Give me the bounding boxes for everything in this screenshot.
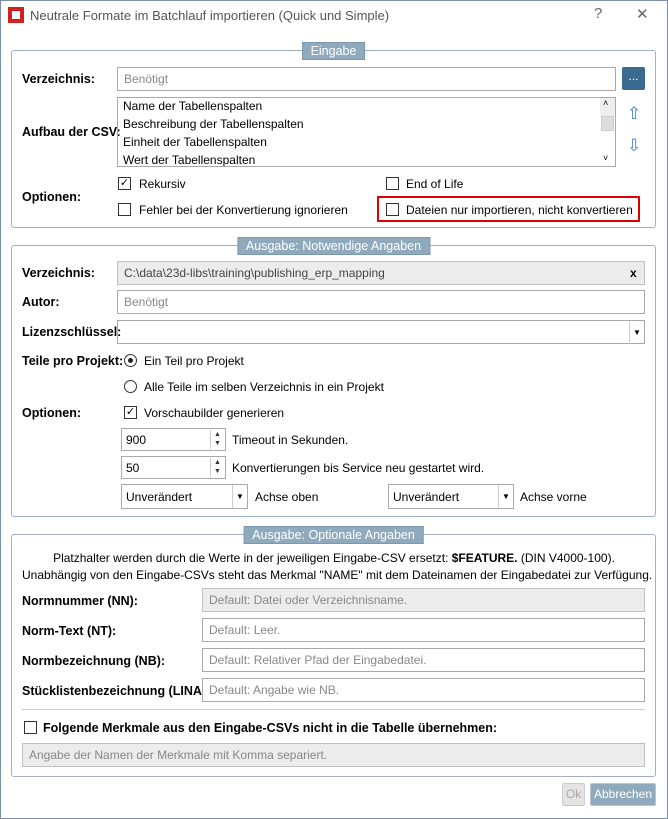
optionale-legend: Ausgabe: Optionale Angaben (243, 526, 424, 544)
rekursiv-label: Rekursiv (139, 177, 186, 191)
nn-label: Normnummer (NN): (22, 594, 138, 608)
optionen-label: Optionen: (22, 190, 82, 204)
notwendige-legend: Ausgabe: Notwendige Angaben (236, 237, 431, 255)
lina-input[interactable]: Default: Angabe wie NB. (202, 678, 645, 702)
nur-importieren-label: Dateien nur importieren, nicht konvertie… (406, 203, 633, 217)
info-text-end: (DIN V4000-100). (517, 551, 615, 565)
konvertierungen-stepper[interactable]: 50 ▲ ▼ (121, 456, 226, 479)
ok-button[interactable]: Ok (562, 783, 585, 806)
browse-button[interactable]: ... (622, 67, 645, 90)
radio-ein-teil[interactable] (124, 354, 137, 367)
merkmale-label: Folgende Merkmale aus den Eingabe-CSVs n… (43, 721, 498, 735)
list-item[interactable]: Name der Tabellenspalten (118, 98, 615, 116)
nur-importieren-checkbox[interactable] (386, 203, 399, 216)
achse-oben-select[interactable]: Unverändert ▼ (121, 484, 248, 509)
ausgabe-verzeichnis-input[interactable]: C:\data\23d-libs\training\publishing_erp… (117, 261, 645, 285)
list-item[interactable]: Einheit der Tabellenspalten (118, 134, 615, 152)
move-down-icon[interactable]: ⇩ (627, 136, 641, 156)
nb-label: Normbezeichnung (NB): (22, 654, 166, 668)
ausgabe-verzeichnis-label: Verzeichnis: (22, 266, 95, 280)
radio-alle-teile-label: Alle Teile im selben Verzeichnis in ein … (144, 380, 384, 394)
eingabe-legend: Eingabe (301, 42, 366, 60)
fehler-ignorieren-checkbox[interactable] (118, 203, 131, 216)
chevron-down-icon: ▼ (629, 321, 644, 344)
stepper-arrows-icon[interactable]: ▲ ▼ (210, 430, 224, 449)
teile-label: Teile pro Projekt: (22, 354, 124, 368)
clear-icon[interactable]: x (630, 266, 637, 280)
nt-input[interactable]: Default: Leer. (202, 618, 645, 642)
csv-structure-list[interactable]: Name der Tabellenspalten Beschreibung de… (117, 97, 616, 167)
nn-input[interactable]: Default: Datei oder Verzeichnisname. (202, 588, 645, 612)
list-item[interactable]: Wert der Tabellenspalten (118, 152, 615, 166)
name-info: Unabhängig von den Eingabe-CSVs steht da… (22, 568, 653, 582)
verzeichnis-label: Verzeichnis: (22, 72, 95, 86)
fehler-ignorieren-label: Fehler bei der Konvertierung ignorieren (139, 203, 348, 217)
achse-vorne-value: Unverändert (393, 490, 460, 504)
end-of-life-label: End of Life (406, 177, 464, 191)
move-up-icon[interactable]: ⇧ (627, 104, 641, 124)
aufbau-label: Aufbau der CSV: (22, 125, 121, 139)
achse-vorne-select[interactable]: Unverändert ▼ (388, 484, 514, 509)
konvertierungen-value: 50 (126, 461, 140, 475)
vorschau-checkbox[interactable]: ✓ (124, 406, 137, 419)
autor-input[interactable]: Benötigt (117, 290, 645, 314)
radio-alle-teile[interactable] (124, 380, 137, 393)
lina-label: Stücklistenbezeichnung (LINA): (22, 684, 211, 698)
close-button[interactable]: ✕ (636, 5, 649, 23)
lizenz-select[interactable]: ▼ (117, 320, 645, 344)
end-of-life-checkbox[interactable] (386, 177, 399, 190)
radio-ein-teil-label: Ein Teil pro Projekt (144, 354, 244, 368)
list-item[interactable]: Beschreibung der Tabellenspalten (118, 116, 615, 134)
cancel-button[interactable]: Abbrechen (590, 783, 656, 806)
feature-token: $FEATURE. (451, 551, 518, 565)
chevron-down-icon: ▼ (498, 485, 513, 508)
timeout-label: Timeout in Sekunden. (232, 433, 349, 447)
nb-input[interactable]: Default: Relativer Pfad der Eingabedatei… (202, 648, 645, 672)
optionen2-label: Optionen: (22, 406, 82, 420)
app-icon (8, 7, 24, 23)
achse-oben-value: Unverändert (126, 490, 193, 504)
timeout-value: 900 (126, 433, 147, 447)
rekursiv-checkbox[interactable]: ✓ (118, 177, 131, 190)
placeholder-info: Platzhalter werden durch die Werte in de… (0, 551, 668, 565)
help-button[interactable]: ? (594, 5, 602, 22)
achse-vorne-label: Achse vorne (520, 490, 587, 504)
merkmale-checkbox[interactable] (24, 721, 37, 734)
scrollbar[interactable]: ˄ ˅ (600, 98, 615, 163)
chevron-down-icon: ▼ (232, 485, 247, 508)
autor-label: Autor: (22, 295, 60, 309)
window-title: Neutrale Formate im Batchlauf importiere… (30, 8, 390, 23)
merkmale-input[interactable]: Angabe der Namen der Merkmale mit Komma … (22, 743, 645, 767)
lizenz-label: Lizenzschlüssel: (22, 325, 122, 339)
timeout-stepper[interactable]: 900 ▲ ▼ (121, 428, 226, 451)
achse-oben-label: Achse oben (255, 490, 319, 504)
konvertierungen-label: Konvertierungen bis Service neu gestarte… (232, 461, 485, 475)
verzeichnis-input[interactable]: Benötigt (117, 67, 616, 91)
info-text: Platzhalter werden durch die Werte in de… (53, 551, 452, 565)
divider (22, 709, 645, 710)
stepper-arrows-icon[interactable]: ▲ ▼ (210, 458, 224, 477)
nt-label: Norm-Text (NT): (22, 624, 117, 638)
vorschau-label: Vorschaubilder generieren (144, 406, 285, 420)
